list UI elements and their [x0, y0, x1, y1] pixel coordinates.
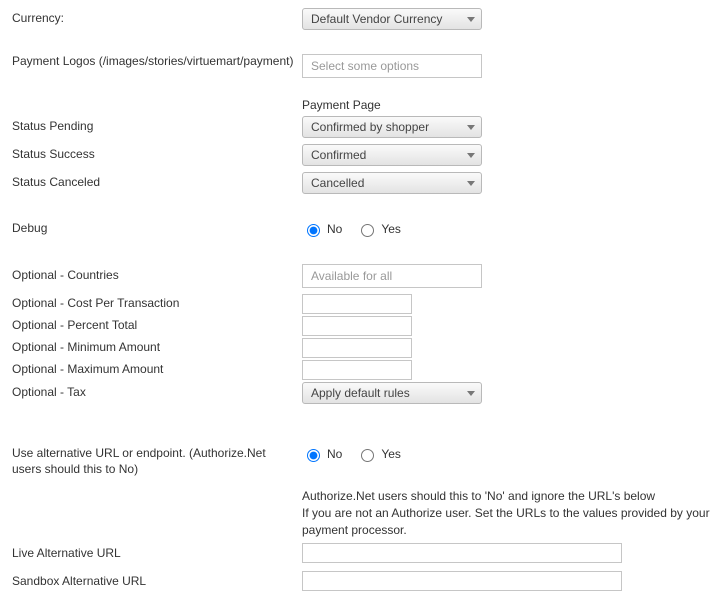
- optional-cost-per-tx-input[interactable]: [302, 294, 412, 314]
- optional-min-amount-label: Optional - Minimum Amount: [12, 340, 302, 356]
- currency-select[interactable]: Default Vendor Currency: [302, 8, 482, 30]
- status-success-value: Confirmed: [311, 148, 366, 162]
- payment-logos-placeholder: Select some options: [311, 59, 419, 73]
- optional-tax-value: Apply default rules: [311, 386, 410, 400]
- live-url-input[interactable]: [302, 543, 622, 563]
- optional-countries-label: Optional - Countries: [12, 268, 302, 284]
- payment-logos-label: Payment Logos (/images/stories/virtuemar…: [12, 54, 302, 70]
- optional-countries-select[interactable]: Available for all: [302, 264, 482, 288]
- status-canceled-label: Status Canceled: [12, 175, 302, 191]
- chevron-down-icon: [467, 17, 475, 22]
- debug-label-yes: Yes: [381, 222, 401, 236]
- optional-min-amount-input[interactable]: [302, 338, 412, 358]
- optional-countries-placeholder: Available for all: [311, 269, 392, 283]
- currency-label: Currency:: [12, 11, 302, 27]
- optional-max-amount-input[interactable]: [302, 360, 412, 380]
- chevron-down-icon: [467, 153, 475, 158]
- optional-percent-total-input[interactable]: [302, 316, 412, 336]
- alt-url-label-no: No: [327, 447, 342, 461]
- live-url-label: Live Alternative URL: [12, 546, 302, 562]
- status-pending-select[interactable]: Confirmed by shopper: [302, 116, 482, 138]
- status-canceled-select[interactable]: Cancelled: [302, 172, 482, 194]
- sandbox-url-label: Sandbox Alternative URL: [12, 574, 302, 590]
- payment-page-heading: Payment Page: [302, 98, 719, 112]
- sandbox-url-input[interactable]: [302, 571, 622, 591]
- alt-url-label: Use alternative URL or endpoint. (Author…: [12, 446, 302, 477]
- alt-url-help-1: Authorize.Net users should this to 'No' …: [302, 488, 712, 505]
- debug-label-no: No: [327, 222, 342, 236]
- status-canceled-value: Cancelled: [311, 176, 364, 190]
- alt-url-radio-no[interactable]: [307, 449, 320, 462]
- optional-cost-per-tx-label: Optional - Cost Per Transaction: [12, 296, 302, 312]
- alt-url-label-yes: Yes: [381, 447, 401, 461]
- status-success-label: Status Success: [12, 147, 302, 163]
- chevron-down-icon: [467, 125, 475, 130]
- alt-url-radio-yes[interactable]: [361, 449, 374, 462]
- debug-radio-no[interactable]: [307, 224, 320, 237]
- alt-url-help-2: If you are not an Authorize user. Set th…: [302, 505, 712, 539]
- optional-percent-total-label: Optional - Percent Total: [12, 318, 302, 334]
- optional-tax-label: Optional - Tax: [12, 385, 302, 401]
- status-pending-label: Status Pending: [12, 119, 302, 135]
- status-success-select[interactable]: Confirmed: [302, 144, 482, 166]
- optional-tax-select[interactable]: Apply default rules: [302, 382, 482, 404]
- optional-max-amount-label: Optional - Maximum Amount: [12, 362, 302, 378]
- debug-radio-yes[interactable]: [361, 224, 374, 237]
- currency-select-value: Default Vendor Currency: [311, 12, 442, 26]
- status-pending-value: Confirmed by shopper: [311, 120, 429, 134]
- payment-logos-select[interactable]: Select some options: [302, 54, 482, 78]
- chevron-down-icon: [467, 181, 475, 186]
- chevron-down-icon: [467, 391, 475, 396]
- debug-label: Debug: [12, 221, 302, 237]
